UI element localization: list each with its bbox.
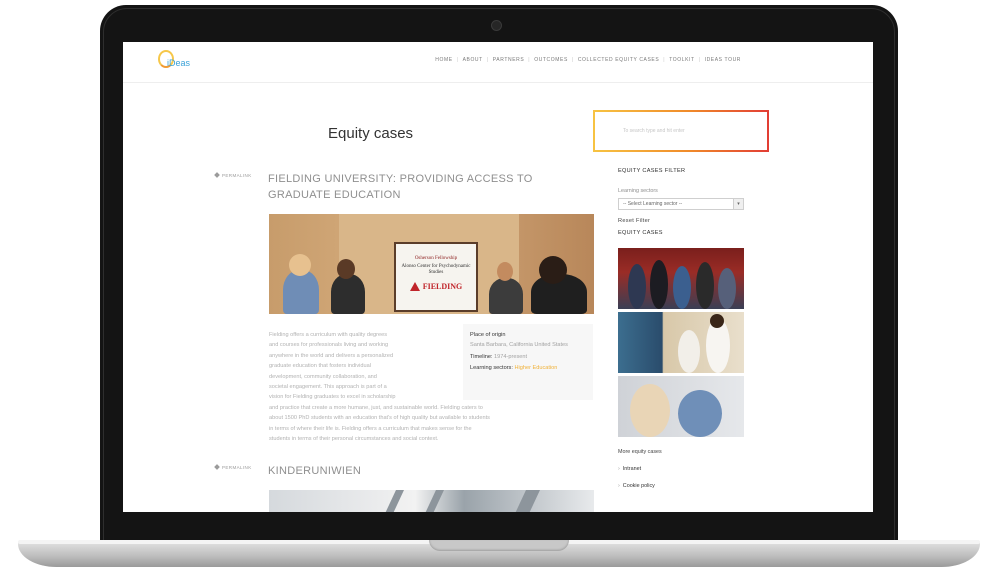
body-line: about 1500 PhD students with an educatio… bbox=[269, 415, 490, 422]
person bbox=[650, 260, 668, 309]
select-value: -- Select Learning sector -- bbox=[623, 201, 683, 207]
sectors-row: Learning sectors: Higher Education bbox=[470, 363, 586, 374]
cookie-policy-link[interactable]: › Cookie policy bbox=[618, 483, 655, 489]
bullet-icon: › bbox=[618, 483, 620, 489]
body-line: and courses for professionals living and… bbox=[269, 342, 389, 349]
board-line2: Alonso Center for Psychodynamic Studies bbox=[401, 264, 471, 275]
chevron-down-icon[interactable]: ▾ bbox=[733, 199, 743, 209]
permalink-link[interactable]: PERMALINK bbox=[214, 172, 252, 178]
person bbox=[718, 268, 736, 309]
fielding-logo: FIELDING bbox=[396, 282, 476, 291]
person bbox=[678, 330, 700, 373]
origin-label: Place of origin bbox=[470, 332, 506, 338]
cookie-policy-label: Cookie policy bbox=[622, 483, 655, 489]
filter-heading: EQUITY CASES FILTER bbox=[618, 168, 686, 174]
body-line: students in terms of their personal circ… bbox=[269, 436, 439, 443]
photo-stripe bbox=[382, 490, 404, 512]
nav-toolkit[interactable]: TOOLKIT bbox=[665, 57, 699, 63]
board-line1: Osherson Fellowship bbox=[414, 256, 458, 261]
person-head bbox=[539, 256, 567, 284]
person bbox=[673, 266, 691, 309]
cases-heading: EQUITY CASES bbox=[618, 230, 663, 236]
nav-about[interactable]: ABOUT bbox=[459, 57, 487, 63]
fielding-brand: FIELDING bbox=[422, 282, 463, 291]
timeline-value: 1974-present bbox=[494, 354, 528, 360]
site-logo[interactable]: iDeas bbox=[155, 48, 195, 76]
body-line: development, community collaboration, an… bbox=[269, 373, 377, 380]
photo-stripe bbox=[512, 490, 540, 512]
nav-home[interactable]: HOME bbox=[431, 57, 456, 63]
timeline-label: Timeline: bbox=[470, 354, 493, 360]
bullet-icon: › bbox=[618, 466, 620, 472]
case-thumbnail[interactable] bbox=[618, 248, 744, 309]
main-nav: HOME | ABOUT | PARTNERS | OUTCOMES | COLLECT… bbox=[431, 57, 745, 63]
body-line: anywhere in the world and delivers a per… bbox=[269, 352, 394, 359]
intranet-link[interactable]: › Intranet bbox=[618, 466, 641, 472]
screen: iDeas HOME | ABOUT | PARTNERS | OUTCOMES | C… bbox=[123, 42, 873, 512]
person-head bbox=[497, 262, 513, 281]
permalink-label: PERMALINK bbox=[222, 173, 252, 178]
person-head bbox=[710, 314, 724, 328]
person-head bbox=[289, 254, 311, 276]
webcam-icon bbox=[491, 20, 502, 31]
photo-stripe bbox=[422, 490, 444, 512]
article-body-narrow: Fielding offers a curriculum with qualit… bbox=[269, 330, 459, 403]
body-line: societal engagement. This approach is pa… bbox=[269, 384, 387, 391]
body-line: in terms of where their life is. Fieldin… bbox=[269, 425, 472, 432]
photo-board: Osherson Fellowship Alonso Center for Ps… bbox=[394, 242, 478, 312]
sectors-label: Learning sectors: bbox=[470, 365, 513, 371]
body-line: vision for Fielding graduates to excel i… bbox=[269, 394, 396, 401]
person-head bbox=[337, 259, 355, 279]
sectors-value[interactable]: Higher Education bbox=[514, 365, 557, 371]
article-title[interactable]: KINDERUNIWIEN bbox=[268, 463, 598, 479]
learning-sector-select[interactable]: -- Select Learning sector -- ▾ bbox=[618, 198, 744, 210]
search-placeholder: To search type and hit enter bbox=[623, 128, 685, 134]
site-header: iDeas HOME | ABOUT | PARTNERS | OUTCOMES | C… bbox=[123, 42, 873, 83]
person bbox=[283, 270, 319, 314]
pin-icon bbox=[214, 464, 220, 470]
person bbox=[696, 262, 714, 309]
article-body-wide: and practice that create a more humane, … bbox=[269, 403, 599, 445]
nav-collected-equity-cases[interactable]: COLLECTED EQUITY CASES bbox=[574, 57, 663, 63]
person bbox=[678, 390, 722, 437]
pin-icon bbox=[214, 172, 220, 178]
person bbox=[489, 278, 523, 314]
person bbox=[628, 264, 646, 309]
nav-ideas-tour[interactable]: IDEAS TOUR bbox=[701, 57, 745, 63]
permalink-label: PERMALINK bbox=[222, 465, 252, 470]
search-input[interactable]: To search type and hit enter bbox=[593, 110, 769, 152]
nav-partners[interactable]: PARTNERS bbox=[489, 57, 529, 63]
nav-outcomes[interactable]: OUTCOMES bbox=[530, 57, 572, 63]
article-photo bbox=[269, 490, 594, 512]
person bbox=[331, 274, 365, 314]
laptop-notch bbox=[429, 540, 569, 551]
page-title: Equity cases bbox=[328, 125, 414, 142]
timeline-row: Timeline: 1974-present bbox=[470, 352, 586, 363]
permalink-link[interactable]: PERMALINK bbox=[214, 464, 252, 470]
person bbox=[630, 384, 670, 437]
reset-filter-link[interactable]: Reset Filter bbox=[618, 218, 650, 224]
case-info-box: Place of origin Santa Barbara, Californi… bbox=[463, 324, 593, 400]
intranet-label: Intranet bbox=[622, 466, 642, 472]
sectors-label: Learning sectors bbox=[618, 188, 658, 194]
more-equity-cases-link[interactable]: More equity cases bbox=[618, 449, 662, 455]
fielding-logo-icon bbox=[409, 282, 420, 291]
body-line: Fielding offers a curriculum with qualit… bbox=[269, 332, 388, 338]
case-thumbnail[interactable] bbox=[618, 376, 744, 437]
body-line: and practice that create a more humane, … bbox=[269, 405, 483, 411]
article-photo: Osherson Fellowship Alonso Center for Ps… bbox=[269, 214, 594, 314]
origin-value: Santa Barbara, California United States bbox=[470, 342, 568, 348]
article-title[interactable]: FIELDING UNIVERSITY: PROVIDING ACCESS TO… bbox=[268, 171, 598, 203]
logo-text: iDeas bbox=[167, 58, 191, 68]
case-thumbnail[interactable] bbox=[618, 312, 744, 373]
body-line: graduate education that fosters individu… bbox=[269, 363, 371, 370]
